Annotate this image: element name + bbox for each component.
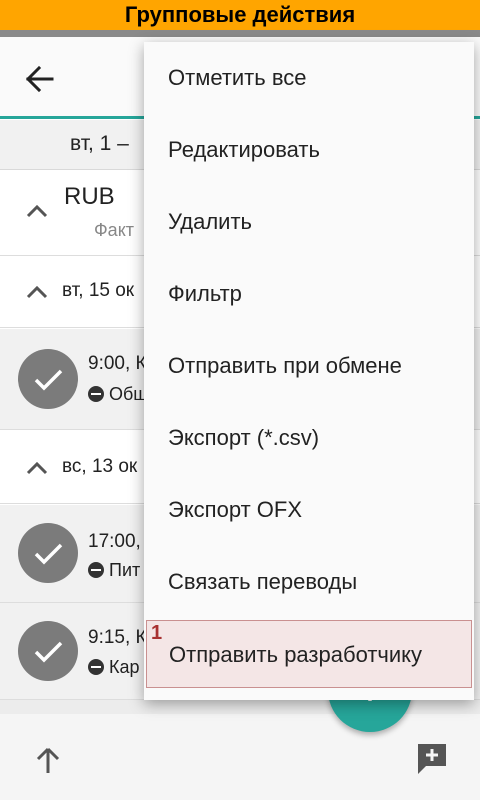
status-strip — [0, 30, 480, 37]
currency-subtitle: Факт — [94, 220, 135, 240]
menu-item-delete[interactable]: Удалить — [144, 186, 474, 258]
expense-icon — [88, 386, 104, 402]
chevron-up-icon — [26, 204, 48, 218]
menu-item-filter[interactable]: Фильтр — [144, 258, 474, 330]
transaction-category: Общ — [88, 384, 148, 405]
menu-item-select-all[interactable]: Отметить все — [144, 42, 474, 114]
selected-check[interactable] — [18, 349, 78, 409]
group-date: вт, 15 ок — [62, 280, 135, 301]
menu-item-send-to-developer[interactable]: 1 Отправить разработчику — [146, 620, 472, 688]
scroll-top-button[interactable] — [28, 740, 68, 780]
menu-item-link-transfers[interactable]: Связать переводы — [144, 546, 474, 618]
menu-item-export-ofx[interactable]: Экспорт OFX — [144, 474, 474, 546]
arrow-back-icon — [25, 65, 54, 93]
check-icon — [34, 543, 63, 565]
selected-check[interactable] — [18, 621, 78, 681]
add-comment-icon — [418, 744, 446, 774]
action-banner: Групповые действия — [0, 0, 480, 30]
annotation-marker: 1 — [151, 622, 163, 644]
overflow-menu: Отметить все Редактировать Удалить Фильт… — [144, 42, 474, 700]
chevron-up-icon — [26, 461, 48, 475]
menu-item-send-on-exchange[interactable]: Отправить при обмене — [144, 330, 474, 402]
back-button[interactable] — [14, 59, 64, 99]
expense-icon — [88, 562, 104, 578]
transaction-category: Пит — [88, 560, 140, 581]
category-label: Пит — [109, 560, 141, 580]
menu-item-export-csv[interactable]: Экспорт (*.csv) — [144, 402, 474, 474]
check-icon — [34, 641, 63, 663]
bottom-bar — [0, 714, 480, 800]
period-label: вт, 1 – — [70, 132, 129, 155]
menu-item-label: Отправить разработчику — [169, 642, 423, 667]
menu-item-edit[interactable]: Редактировать — [144, 114, 474, 186]
chevron-up-icon — [26, 285, 48, 299]
transaction-time: 9:15, К — [88, 627, 147, 648]
expense-icon — [88, 659, 104, 675]
transaction-time: 17:00, — [88, 531, 141, 552]
add-comment-button[interactable] — [412, 738, 452, 778]
arrow-up-icon — [36, 747, 60, 773]
selected-check[interactable] — [18, 523, 78, 583]
currency-code: RUB — [64, 183, 115, 210]
category-label: Кар — [109, 657, 140, 677]
check-icon — [34, 369, 63, 391]
transaction-time: 9:00, К — [88, 353, 147, 374]
category-label: Общ — [109, 384, 149, 404]
group-date: вс, 13 ок — [62, 456, 138, 477]
transaction-category: Кар — [88, 657, 140, 678]
